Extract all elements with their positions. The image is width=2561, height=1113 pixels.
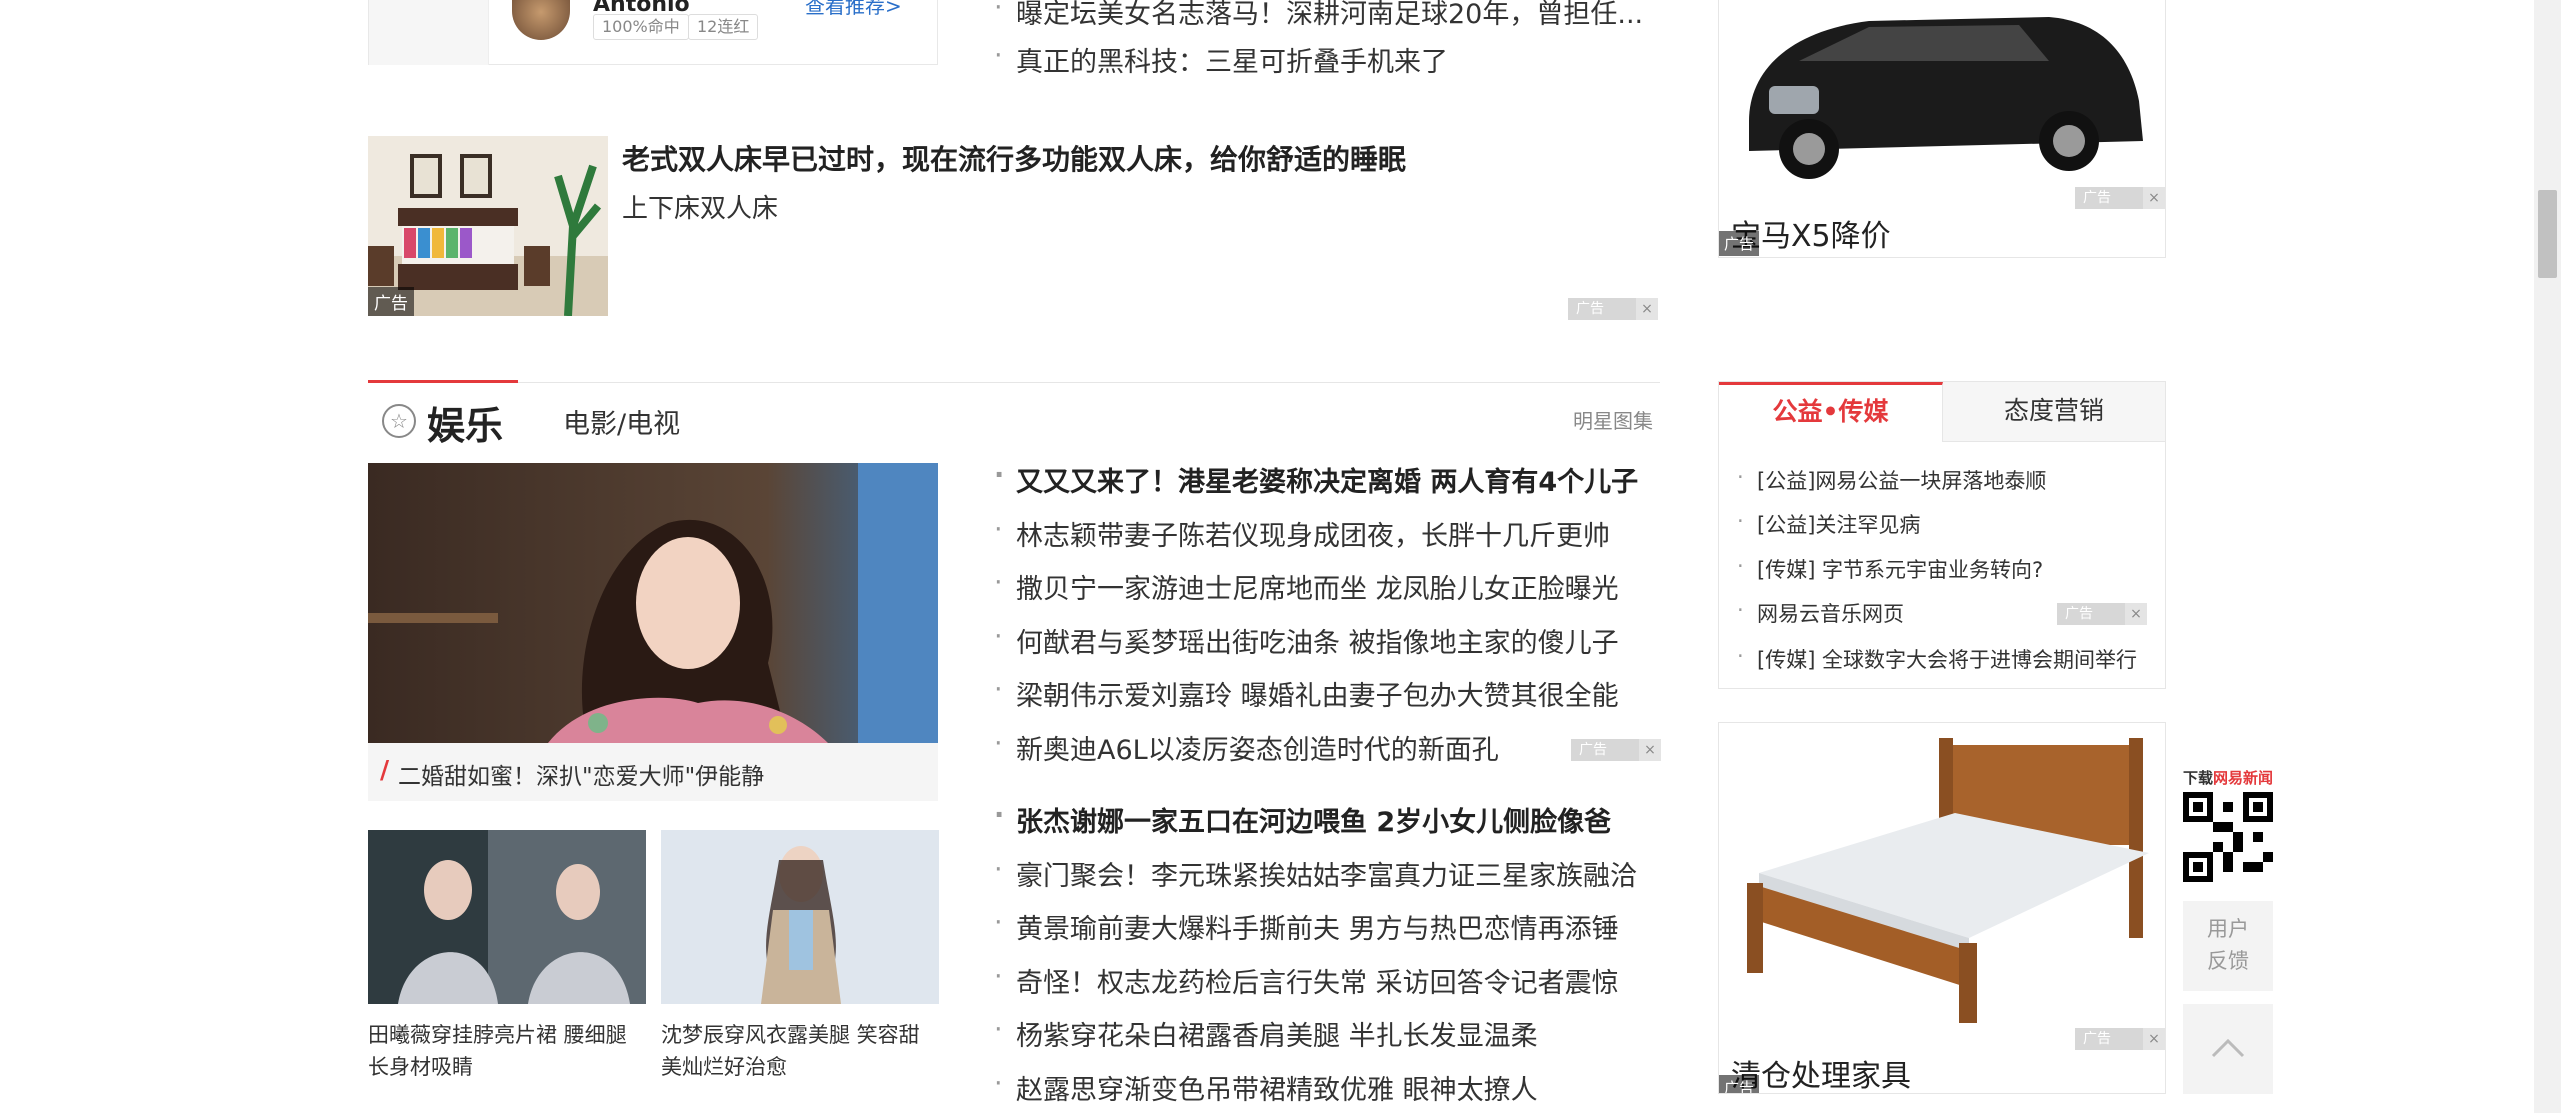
public-item-link[interactable]: [公益]网易公益一块屏落地泰顺 (1737, 465, 2046, 495)
thumb-caption[interactable]: 沈梦辰穿风衣露美腿 笑容甜美灿烂好治愈 (661, 1019, 939, 1083)
close-icon[interactable]: × (2125, 603, 2147, 625)
qr-prefix: 下载 (2183, 769, 2214, 787)
thumb-image (368, 830, 646, 1004)
section-accent-bar (368, 380, 518, 383)
feedback-button[interactable]: 用户 反馈 (2183, 901, 2273, 991)
ad-mark[interactable]: 广告 × (2057, 603, 2147, 625)
ad-label: 广告 (1719, 231, 1760, 256)
news-headline-link[interactable]: 张杰谢娜一家五口在河边喂鱼 2岁小女儿侧脸像爸 (994, 800, 1611, 839)
ad-mark-label: 广告 (2083, 1031, 2111, 1047)
tab-attitude-marketing[interactable]: 态度营销 (1943, 382, 2165, 442)
ad-mark-label: 广告 (2083, 190, 2111, 206)
expert-hit-rate-tag: 100%命中 (593, 14, 689, 40)
tab-public-media[interactable]: 公益•传媒 (1719, 382, 1943, 442)
section-divider (368, 382, 1660, 383)
news-link[interactable]: 奇怪！权志龙药检后言行失常 采访回答令记者震惊 (994, 961, 1619, 1000)
chevron-up-icon (2211, 1038, 2245, 1058)
news-link[interactable]: 林志颖带妻子陈若仪现身成团夜，长胖十几斤更帅 (994, 514, 1610, 553)
close-icon[interactable]: × (1639, 739, 1661, 761)
news-link[interactable]: 何猷君与奚梦瑶出街吃油条 被指像地主家的傻儿子 (994, 621, 1619, 660)
bed-frame-image (1719, 723, 2165, 1023)
thumb-photo[interactable] (368, 830, 646, 1004)
public-item-link[interactable]: [传媒] 全球数字大会将于进博会期间举行 (1737, 644, 2137, 674)
headline-caption[interactable]: 二婚甜如蜜！深扒"恋爱大师"伊能静 (398, 757, 764, 791)
bed-ad-image[interactable]: 广告 (368, 136, 608, 316)
public-media-box: 公益•传媒 态度营销 [公益]网易公益一块屏落地泰顺 [公益]关注罕见病 [传媒… (1718, 381, 2166, 689)
public-item-link[interactable]: [公益]关注罕见病 (1737, 509, 1920, 539)
news-link[interactable]: 曝定坛美女名志落马！深耕河南足球20年，曾担任... (994, 0, 1643, 31)
ad-label: 广告 (368, 287, 414, 316)
news-link[interactable]: 真正的黑科技：三星可折叠手机来了 (994, 40, 1448, 79)
qr-brand: 网易新闻 (2213, 769, 2274, 787)
bed-ad-title[interactable]: 老式双人床早已过时，现在流行多功能双人床，给你舒适的睡眠 (622, 138, 1406, 178)
headline-caption-bar[interactable]: / 二婚甜如蜜！深扒"恋爱大师"伊能静 (368, 743, 938, 801)
view-recommend-link[interactable]: 查看推荐> (805, 0, 902, 19)
news-link[interactable]: 豪门聚会！李元珠紧挨姑姑李富真力证三星家族融洽 (994, 854, 1637, 893)
expert-streak-tag: 12连红 (688, 14, 759, 40)
ad-mark[interactable]: 广告 × (1568, 298, 1658, 320)
close-icon[interactable]: × (2143, 1028, 2165, 1050)
qr-download-label: 下载网易新闻 (2183, 767, 2273, 788)
news-link[interactable]: 梁朝伟示爱刘嘉玲 曝婚礼由妻子包办大赞其很全能 (994, 674, 1619, 713)
car-image (1719, 0, 2165, 191)
news-link[interactable]: 黄景瑜前妻大爆料手撕前夫 男方与热巴恋情再添锤 (994, 907, 1619, 946)
section-subnav-link[interactable]: 电影/电视 (563, 402, 680, 441)
ad-mark[interactable]: 广告 × (1571, 739, 1661, 761)
feedback-label-1: 用户 (2207, 917, 2249, 941)
public-item-link[interactable]: [传媒] 字节系元宇宙业务转向? (1737, 554, 2043, 584)
furniture-ad[interactable]: 广告 × 清仓处理家具 广告 (1718, 722, 2166, 1094)
ad-mark[interactable]: 广告 × (2075, 1028, 2165, 1050)
ad-mark-label: 广告 (2065, 606, 2093, 622)
ad-label: 广告 (1719, 1075, 1760, 1093)
news-link[interactable]: 撒贝宁一家游迪士尼席地而坐 龙凤胎儿女正脸曝光 (994, 567, 1619, 606)
thumb-photo[interactable] (661, 830, 939, 1004)
celebrity-portrait (368, 463, 938, 743)
ad-mark-label: 广告 (1579, 742, 1607, 758)
scrollbar-thumb[interactable] (2538, 190, 2557, 278)
section-title[interactable]: 娱乐 (427, 395, 503, 450)
car-ad[interactable]: 广告 × 宝马X5降价 广告 (1718, 0, 2166, 258)
feedback-label-2: 反馈 (2207, 949, 2249, 973)
public-media-tabs: 公益•传媒 态度营销 (1719, 382, 2165, 442)
news-link[interactable]: 赵露思穿渐变色吊带裙精致优雅 眼神太撩人 (994, 1068, 1538, 1107)
close-icon[interactable]: × (2143, 187, 2165, 209)
star-icon: ☆ (382, 404, 416, 438)
close-icon[interactable]: × (1636, 298, 1658, 320)
public-item-link[interactable]: 网易云音乐网页 (1737, 598, 1904, 628)
ad-mark[interactable]: 广告 × (2075, 187, 2165, 209)
bed-ad-subtitle[interactable]: 上下床双人床 (622, 188, 778, 225)
thumb-image (661, 830, 939, 1004)
news-headline-link[interactable]: 又又又来了！港星老婆称决定离婚 两人育有4个儿子 (994, 460, 1638, 499)
headline-photo[interactable] (368, 463, 938, 743)
back-to-top-button[interactable] (2183, 1004, 2273, 1094)
caption-accent: / (380, 755, 390, 784)
news-link[interactable]: 杨紫穿花朵白裙露香肩美腿 半扎长发显温柔 (994, 1014, 1538, 1053)
qr-code-icon[interactable] (2183, 792, 2273, 882)
ad-mark-label: 广告 (1576, 301, 1604, 317)
thumb-caption[interactable]: 田曦薇穿挂脖亮片裙 腰细腿长身材吸睛 (368, 1019, 646, 1083)
news-link[interactable]: 新奥迪A6L以凌厉姿态创造时代的新面孔 (994, 728, 1499, 767)
scrollbar-track[interactable] (2534, 0, 2561, 1113)
section-more-link[interactable]: 明星图集 (1573, 405, 1653, 434)
